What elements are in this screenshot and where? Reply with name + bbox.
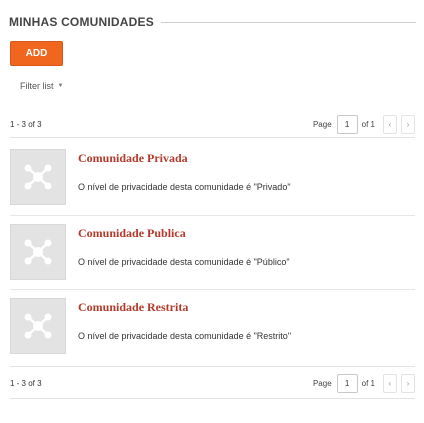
filter-list-dropdown[interactable]: Filter list ▼ (20, 81, 63, 91)
page-number-input[interactable]: 1 (336, 114, 358, 134)
community-network-icon (24, 239, 52, 265)
community-thumbnail[interactable] (10, 224, 66, 280)
page-number-input[interactable]: 1 (336, 373, 358, 393)
list-item: Comunidade Privada O nível de privacidad… (10, 143, 415, 209)
filter-list-label: Filter list (20, 81, 54, 91)
page-label: Page (312, 119, 332, 129)
community-title[interactable]: Comunidade Restrita (78, 300, 291, 315)
community-network-icon (24, 164, 52, 190)
community-description: O nível de privacidade desta comunidade … (78, 182, 291, 192)
divider (10, 215, 415, 216)
chevron-right-icon: › (406, 119, 410, 129)
community-network-icon (24, 313, 52, 339)
pagination-top: 1 - 3 of 3 Page 1 of 1 ‹ › (10, 113, 415, 135)
divider (10, 398, 415, 399)
header-divider (160, 22, 416, 23)
caret-down-icon: ▼ (57, 83, 64, 89)
page-label: Page (312, 378, 332, 388)
section-header: MINHAS COMUNIDADES (9, 13, 416, 31)
divider (10, 366, 415, 367)
chevron-left-icon: ‹ (388, 378, 392, 388)
divider (10, 289, 415, 290)
community-thumbnail[interactable] (10, 298, 66, 354)
page-title: MINHAS COMUNIDADES (9, 15, 154, 29)
next-page-button[interactable]: › (401, 114, 415, 134)
list-item: Comunidade Restrita O nível de privacida… (10, 292, 415, 358)
add-button[interactable]: ADD (10, 41, 63, 66)
community-thumbnail[interactable] (10, 149, 66, 205)
community-description: O nível de privacidade desta comunidade … (78, 331, 292, 341)
divider (10, 137, 415, 138)
result-count: 1 - 3 of 3 (10, 119, 42, 129)
pager: Page 1 of 1 ‹ › (312, 114, 415, 134)
result-count: 1 - 3 of 3 (10, 378, 42, 388)
chevron-left-icon: ‹ (388, 119, 392, 129)
pagination-bottom: 1 - 3 of 3 Page 1 of 1 ‹ › (10, 372, 415, 394)
prev-page-button[interactable]: ‹ (383, 373, 397, 393)
page-total-label: of 1 (361, 119, 375, 129)
list-item: Comunidade Publica O nível de privacidad… (10, 218, 415, 284)
community-description: O nível de privacidade desta comunidade … (78, 257, 290, 267)
chevron-right-icon: › (406, 378, 410, 388)
prev-page-button[interactable]: ‹ (383, 114, 397, 134)
community-title[interactable]: Comunidade Publica (78, 226, 290, 241)
page-total-label: of 1 (361, 378, 375, 388)
next-page-button[interactable]: › (401, 373, 415, 393)
community-title[interactable]: Comunidade Privada (78, 151, 291, 166)
pager: Page 1 of 1 ‹ › (312, 373, 415, 393)
